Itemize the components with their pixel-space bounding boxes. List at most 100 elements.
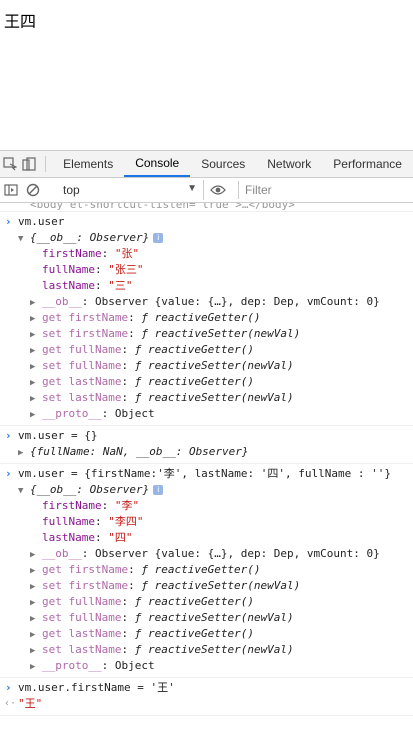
collapsed-triangle-icon[interactable]: ▶: [30, 407, 42, 423]
expanded-triangle-icon[interactable]: ▼: [18, 483, 30, 499]
value-text: vm.user: [18, 215, 65, 228]
collapsed-triangle-icon[interactable]: ▶: [30, 391, 42, 407]
object-property: lastName: "三": [42, 279, 133, 292]
value-text: ƒ reactiveSetter(newVal): [134, 359, 294, 372]
value-text: ƒ reactiveGetter(): [134, 595, 254, 608]
value-text: ƒ reactiveGetter(): [134, 627, 254, 640]
console-input-line: vm.user = {}: [0, 428, 413, 444]
console-entry: vm.user = {firstName:'李', lastName: '四',…: [0, 464, 413, 678]
devtools-tab-bar: Elements Console Sources Network Perform…: [0, 150, 413, 178]
collapsed-property[interactable]: ▶ get fullName: ƒ reactiveGetter(): [0, 594, 413, 610]
tab-console[interactable]: Console: [124, 151, 191, 177]
value-text: __ob__: [42, 547, 82, 560]
collapsed-property[interactable]: ▶ get lastName: ƒ reactiveGetter(): [0, 626, 413, 642]
value-text: get firstName: [42, 311, 129, 324]
tab-elements[interactable]: Elements: [52, 151, 124, 177]
value-text: set firstName: [42, 579, 129, 592]
collapsed-property[interactable]: ▶ set fullName: ƒ reactiveSetter(newVal): [0, 610, 413, 626]
value-text: ƒ reactiveGetter(): [141, 311, 261, 324]
collapsed-property[interactable]: ▶ get fullName: ƒ reactiveGetter(): [0, 342, 413, 358]
context-select[interactable]: top ▼: [57, 180, 204, 200]
info-icon[interactable]: i: [153, 233, 164, 243]
collapsed-triangle-icon[interactable]: ▶: [30, 343, 42, 359]
expanded-triangle-icon[interactable]: ▼: [18, 231, 30, 247]
filter-input[interactable]: Filter: [238, 181, 413, 199]
value-text: set lastName: [42, 643, 122, 656]
console-output: <body el-shortcut-listen="true">…</body>…: [0, 203, 413, 716]
console-entry: vm.user ▼{__ob__: Observer}i firstName: …: [0, 212, 413, 426]
collapsed-property[interactable]: ▶ get firstName: ƒ reactiveGetter(): [0, 310, 413, 326]
collapsed-triangle-icon[interactable]: ▶: [18, 445, 30, 461]
clear-console-icon[interactable]: [22, 177, 44, 203]
value-text: "张": [114, 247, 140, 260]
value-text: "三": [108, 279, 133, 292]
value-text: fullName: [42, 263, 95, 276]
value-text: vm.user = {}: [18, 429, 98, 442]
tab-network[interactable]: Network: [256, 151, 322, 177]
device-toolbar-icon[interactable]: [20, 151, 40, 177]
collapsed-triangle-icon[interactable]: ▶: [30, 547, 42, 563]
object-property: firstName: "李": [42, 499, 140, 512]
live-expression-eye-icon[interactable]: [204, 177, 232, 203]
collapsed-triangle-icon[interactable]: ▶: [30, 579, 42, 595]
collapsed-triangle-icon[interactable]: ▶: [30, 563, 42, 579]
collapsed-triangle-icon[interactable]: ▶: [30, 311, 42, 327]
console-toolbar: top ▼ Filter: [0, 178, 413, 203]
collapsed-property[interactable]: ▶ get firstName: ƒ reactiveGetter(): [0, 562, 413, 578]
collapsed-triangle-icon[interactable]: ▶: [30, 611, 42, 627]
show-sidebar-icon[interactable]: [0, 177, 22, 203]
value-text: "李": [114, 499, 140, 512]
collapsed-property[interactable]: ▶ get lastName: ƒ reactiveGetter(): [0, 374, 413, 390]
object-property: fullName: "李四": [42, 515, 144, 528]
value-text: "四": [108, 531, 133, 544]
collapsed-property[interactable]: ▶ __proto__: Object: [0, 658, 413, 674]
collapsed-triangle-icon[interactable]: ▶: [30, 327, 42, 343]
collapsed-property[interactable]: ▶ __ob__: Observer {value: {…}, dep: Dep,…: [0, 546, 413, 562]
value-text: "王": [18, 697, 43, 710]
collapsed-triangle-icon[interactable]: ▶: [30, 375, 42, 391]
collapsed-triangle-icon[interactable]: ▶: [30, 595, 42, 611]
collapsed-property[interactable]: ▶ set lastName: ƒ reactiveSetter(newVal): [0, 642, 413, 658]
info-icon[interactable]: i: [153, 485, 164, 495]
dropdown-arrow-icon: ▼: [187, 183, 197, 194]
collapsed-result[interactable]: ▶ {fullName: NaN, __ob__: Observer}: [0, 444, 413, 460]
value-text: __proto__: [42, 407, 102, 420]
console-entry: vm.user = {} ▶{fullName: NaN, __ob__: Ob…: [0, 426, 413, 464]
value-text: lastName: [42, 279, 95, 292]
object-header[interactable]: ▼ {__ob__: Observer} i: [0, 230, 413, 246]
truncated-log-line: <body el-shortcut-listen="true">…</body>: [0, 203, 413, 212]
value-text: ƒ reactiveSetter(newVal): [134, 643, 294, 656]
collapsed-property[interactable]: ▶ __ob__: Observer {value: {…}, dep: Dep,…: [0, 294, 413, 310]
value-text: vm.user.firstName = '王': [18, 681, 175, 694]
collapsed-property[interactable]: ▶ set firstName: ƒ reactiveSetter(newVal): [0, 578, 413, 594]
collapsed-property[interactable]: ▶ set firstName: ƒ reactiveSetter(newVal): [0, 326, 413, 342]
collapsed-triangle-icon[interactable]: ▶: [30, 359, 42, 375]
object-header[interactable]: ▼ {__ob__: Observer} i: [0, 482, 413, 498]
collapsed-triangle-icon[interactable]: ▶: [30, 627, 42, 643]
value-text: __ob__: [42, 295, 82, 308]
collapsed-triangle-icon[interactable]: ▶: [30, 295, 42, 311]
value-text: Observer {value: {…}, dep: Dep, vmCount:…: [95, 295, 380, 308]
value-text: set fullName: [42, 359, 122, 372]
console-entry: vm.user.firstName = '王' "王": [0, 678, 413, 716]
console-input-line: vm.user = {firstName:'李', lastName: '四',…: [0, 466, 413, 482]
value-text: __proto__: [42, 659, 102, 672]
inspect-element-icon[interactable]: [0, 151, 20, 177]
value-text: "张三": [108, 263, 144, 276]
collapsed-triangle-icon[interactable]: ▶: [30, 643, 42, 659]
collapsed-property[interactable]: ▶ set fullName: ƒ reactiveSetter(newVal): [0, 358, 413, 374]
collapsed-property[interactable]: ▶ set lastName: ƒ reactiveSetter(newVal): [0, 390, 413, 406]
value-text: get lastName: [42, 627, 122, 640]
devtools-panel: Elements Console Sources Network Perform…: [0, 150, 413, 729]
collapsed-property[interactable]: ▶ __proto__: Object: [0, 406, 413, 422]
collapsed-triangle-icon[interactable]: ▶: [30, 659, 42, 675]
value-text: {__ob__: Observer}: [30, 231, 150, 244]
value-text: ƒ reactiveGetter(): [134, 375, 254, 388]
value-text: ƒ reactiveGetter(): [141, 563, 261, 576]
value-text: ƒ reactiveGetter(): [134, 343, 254, 356]
value-text: Observer {value: {…}, dep: Dep, vmCount:…: [95, 547, 380, 560]
tab-sources[interactable]: Sources: [190, 151, 256, 177]
value-text: ƒ reactiveSetter(newVal): [134, 391, 294, 404]
context-select-value: top: [63, 183, 80, 197]
tab-performance[interactable]: Performance: [322, 151, 413, 177]
